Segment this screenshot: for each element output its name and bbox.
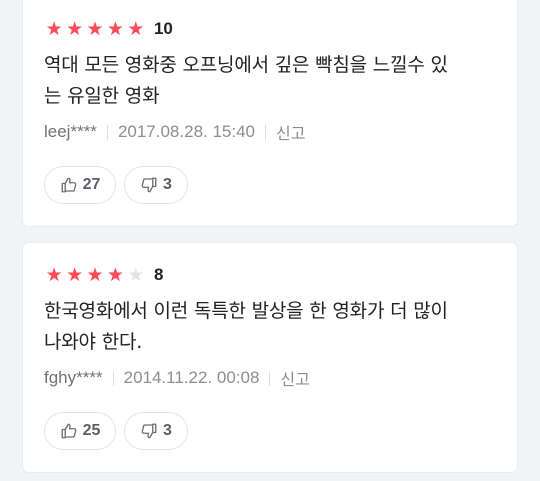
star-icon: ★ bbox=[45, 17, 63, 40]
star-icon: ★ bbox=[66, 263, 84, 286]
star-icon: ★ bbox=[127, 17, 145, 40]
vote-buttons: 27 3 bbox=[44, 166, 496, 204]
like-button[interactable]: 25 bbox=[44, 412, 116, 450]
divider bbox=[269, 370, 271, 386]
rating-score: 8 bbox=[153, 265, 164, 284]
divider bbox=[265, 124, 267, 140]
vote-buttons: 25 3 bbox=[44, 412, 496, 450]
star-icon: ★ bbox=[127, 263, 145, 286]
star-icon: ★ bbox=[106, 17, 124, 40]
star-rating: ★ ★ ★ ★ ★ bbox=[44, 17, 146, 40]
like-count: 27 bbox=[82, 176, 101, 193]
report-link[interactable]: 신고 bbox=[276, 120, 305, 144]
rating-row: ★ ★ ★ ★ ★ 10 bbox=[44, 18, 496, 40]
dislike-count: 3 bbox=[163, 422, 172, 439]
review-meta: fghy**** 2014.11.22. 00:08 신고 bbox=[44, 366, 496, 390]
rating-row: ★ ★ ★ ★ ★ 8 bbox=[44, 264, 496, 286]
reviewer-id: leej**** bbox=[44, 122, 97, 141]
review-card: ★ ★ ★ ★ ★ 8 한국영화에서 이런 독특한 발상을 한 영화가 더 많이… bbox=[23, 243, 517, 472]
star-rating: ★ ★ ★ ★ ★ bbox=[44, 263, 146, 286]
review-text-line: 한국영화에서 이런 독특한 발상을 한 영화가 더 많이 bbox=[44, 300, 448, 322]
dislike-count: 3 bbox=[163, 176, 172, 193]
report-link[interactable]: 신고 bbox=[280, 366, 309, 390]
thumbs-up-icon bbox=[61, 423, 76, 439]
divider bbox=[112, 370, 114, 386]
review-text-line: 나와야 한다. bbox=[44, 331, 143, 353]
rating-score: 10 bbox=[153, 19, 173, 38]
review-meta: leej**** 2017.08.28. 15:40 신고 bbox=[44, 120, 496, 144]
review-date: 2014.11.22. 00:08 bbox=[123, 368, 260, 387]
thumbs-down-icon bbox=[141, 423, 157, 439]
thumbs-up-icon bbox=[61, 177, 76, 193]
review-text-line: 역대 모든 영화중 오프닝에서 깊은 빡침을 느낄수 있 bbox=[44, 54, 448, 76]
star-icon: ★ bbox=[86, 263, 104, 286]
like-count: 25 bbox=[82, 422, 101, 439]
review-date: 2017.08.28. 15:40 bbox=[117, 122, 256, 141]
star-icon: ★ bbox=[86, 17, 104, 40]
review-text: 한국영화에서 이런 독특한 발상을 한 영화가 더 많이 나와야 한다. bbox=[44, 296, 504, 358]
star-icon: ★ bbox=[106, 263, 124, 286]
like-button[interactable]: 27 bbox=[44, 166, 116, 204]
review-text: 역대 모든 영화중 오프닝에서 깊은 빡침을 느낄수 있 는 유일한 영화 bbox=[44, 50, 504, 112]
divider bbox=[106, 124, 108, 140]
dislike-button[interactable]: 3 bbox=[124, 412, 188, 450]
star-icon: ★ bbox=[66, 17, 84, 40]
review-card: ★ ★ ★ ★ ★ 10 역대 모든 영화중 오프닝에서 깊은 빡침을 느낄수 … bbox=[23, 0, 517, 226]
review-text-line: 는 유일한 영화 bbox=[44, 85, 160, 107]
dislike-button[interactable]: 3 bbox=[124, 166, 188, 204]
thumbs-down-icon bbox=[141, 177, 157, 193]
star-icon: ★ bbox=[45, 263, 63, 286]
reviewer-id: fghy**** bbox=[44, 368, 103, 387]
